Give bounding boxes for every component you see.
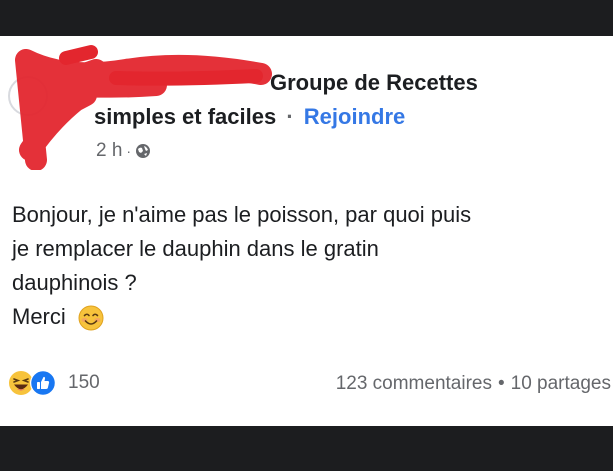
post-line: Bonjour, je n'aime pas le poisson, par q… (12, 202, 472, 227)
separator-dot: · (286, 104, 294, 129)
group-avatar[interactable] (8, 76, 48, 116)
join-group-link[interactable]: Rejoindre (304, 104, 405, 129)
post-line: dauphinois ? (12, 270, 137, 295)
comments-count-link[interactable]: 123 commentaires (336, 373, 492, 394)
reactions-summary[interactable]: 150 (8, 370, 100, 396)
post-card: Groupe de Recettes simples et faciles · … (0, 36, 613, 426)
shares-count-link[interactable]: 10 partages (511, 373, 611, 394)
post-body: Bonjour, je n'aime pas le poisson, par q… (12, 198, 607, 334)
post-timestamp[interactable]: 2 h (96, 140, 122, 162)
group-header-row: simples et faciles · Rejoindre (94, 104, 405, 130)
post-closing-line: Merci (12, 300, 607, 334)
group-name-line2[interactable]: simples et faciles (94, 104, 276, 129)
post-line: je remplacer le dauphin dans le gratin (12, 236, 379, 261)
post-closing-text: Merci (12, 304, 66, 329)
globe-icon (136, 144, 151, 158)
post-meta: 2 h · (96, 140, 151, 162)
post-stats: 123 commentaires • 10 partages (336, 373, 611, 395)
reaction-count[interactable]: 150 (68, 372, 100, 394)
like-icon (30, 370, 56, 396)
meta-dot: · (126, 143, 132, 159)
stats-dot: • (497, 373, 505, 394)
smiling-face-icon (78, 305, 104, 331)
group-name-line1[interactable]: Groupe de Recettes (270, 70, 478, 96)
